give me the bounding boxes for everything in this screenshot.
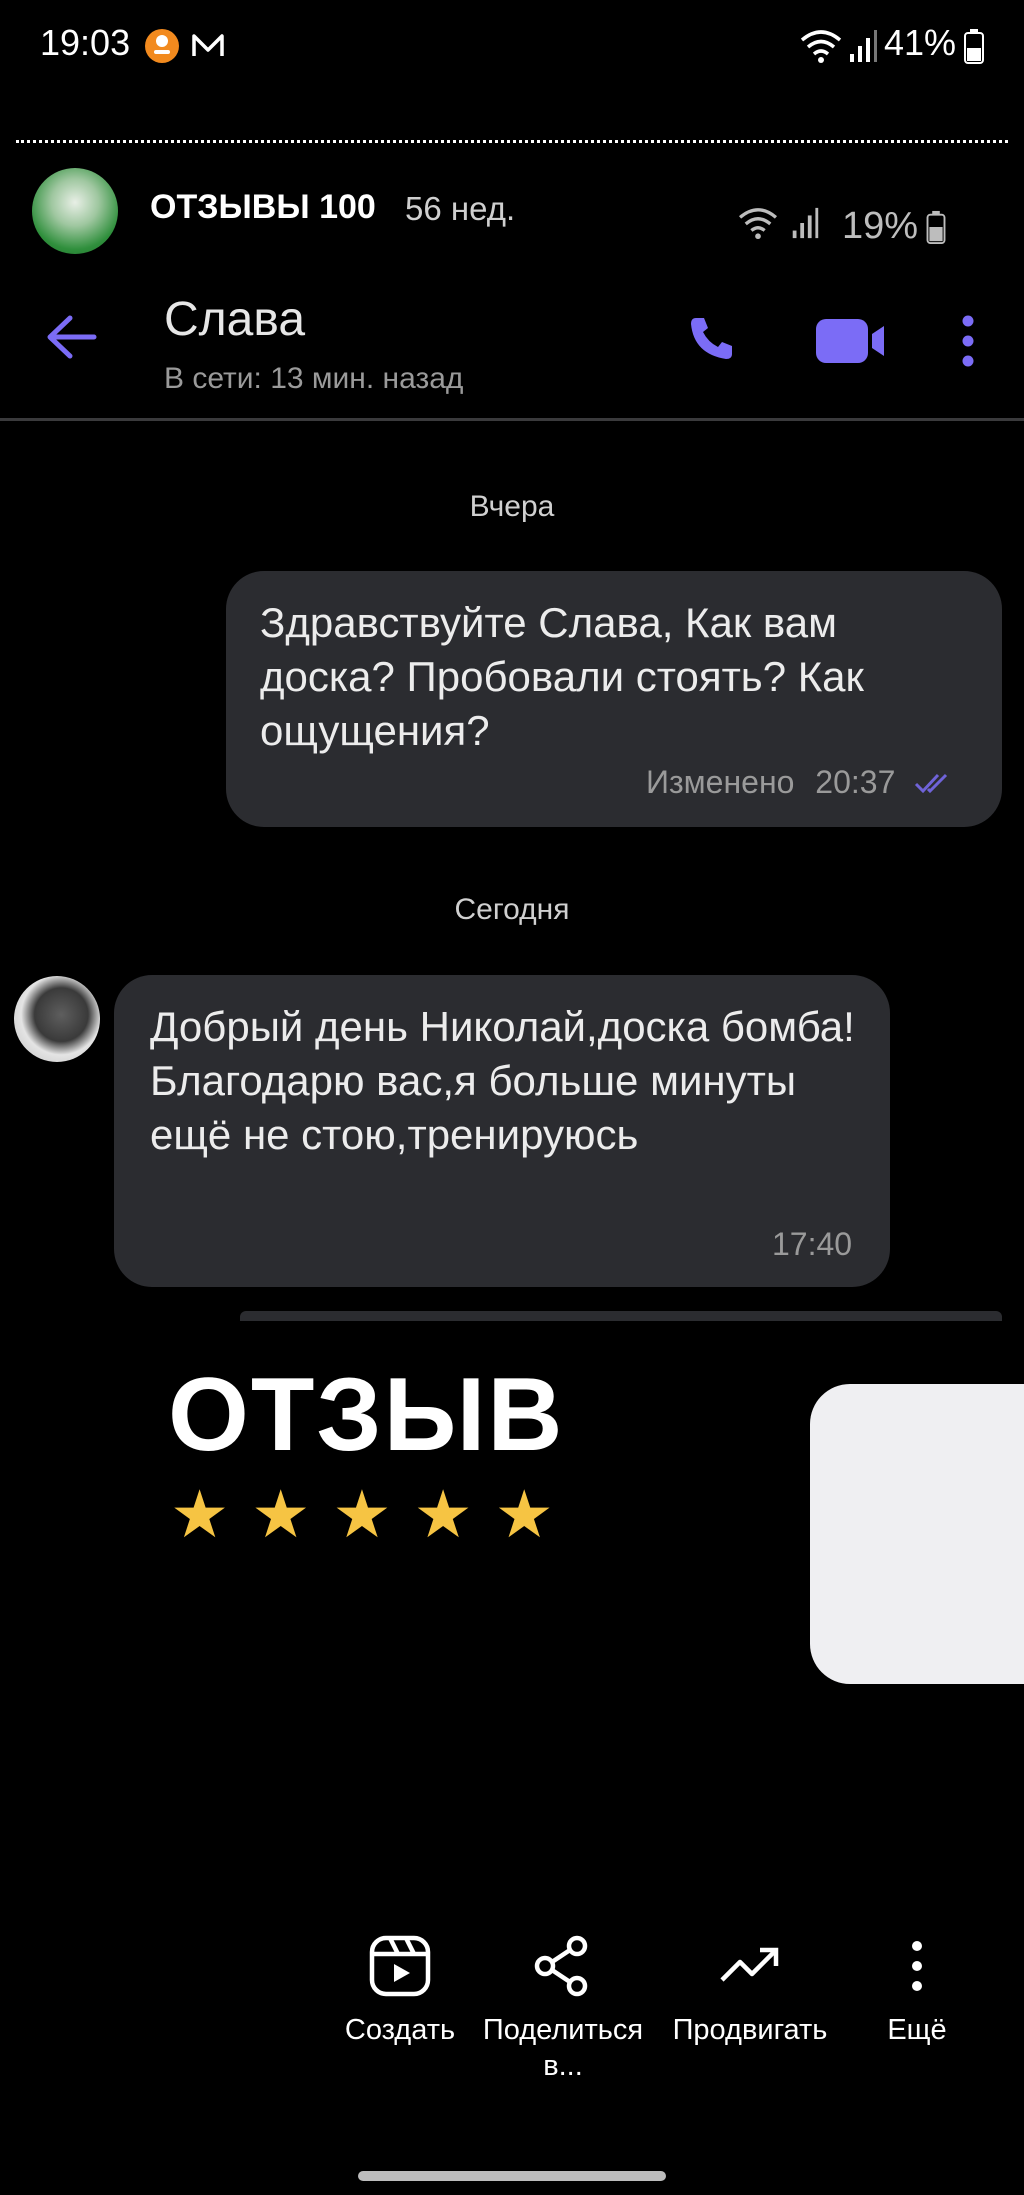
- edited-label: Изменено: [646, 764, 795, 800]
- date-separator-today: Сегодня: [454, 893, 570, 926]
- story-age: 56 нед.: [405, 190, 516, 227]
- inner-signal-icon: [790, 206, 820, 245]
- overlay-white-card: [810, 1384, 1024, 1684]
- outgoing-message-meta: Изменено 20:37: [646, 764, 958, 803]
- inner-wifi-icon: [736, 206, 780, 245]
- battery-icon: [964, 28, 984, 69]
- create-label: Создать: [344, 2014, 456, 2046]
- promote-button[interactable]: Продвигать: [660, 1934, 840, 2048]
- wifi-icon: [798, 28, 844, 69]
- battery-percent: 41%: [883, 22, 956, 63]
- inner-battery-percent: 19%: [842, 205, 919, 247]
- next-message-bubble-edge: [240, 1311, 1002, 1321]
- create-button[interactable]: Создать: [325, 1934, 475, 2048]
- outgoing-message-time: 20:37: [815, 764, 896, 800]
- chat-header-divider: [0, 418, 1024, 421]
- channel-avatar[interactable]: [32, 168, 118, 254]
- reels-create-icon: [369, 1935, 431, 1997]
- back-arrow-icon[interactable]: [44, 312, 98, 367]
- more-button[interactable]: Ещё: [842, 1934, 992, 2048]
- signal-icon: [848, 28, 878, 69]
- ok-app-icon: [144, 28, 180, 69]
- rating-stars: ★★★★★: [170, 1477, 576, 1551]
- date-separator-yesterday: Вчера: [469, 490, 555, 523]
- inner-battery-icon: [926, 210, 946, 249]
- more-options-icon[interactable]: [958, 314, 978, 373]
- story-title[interactable]: ОТЗЫВЫ 100: [150, 188, 376, 227]
- story-progress-bar: [16, 140, 1008, 143]
- promote-label: Продвигать: [672, 2014, 828, 2046]
- share-label: Поделиться в...: [482, 2014, 644, 2082]
- more-label: Ещё: [887, 2014, 947, 2046]
- share-button[interactable]: Поделиться в...: [478, 1934, 648, 2084]
- trending-up-icon: [720, 1947, 779, 1982]
- phone-call-icon[interactable]: [686, 312, 738, 369]
- incoming-message-text: Добрый день Николай,доска бомба!Благодар…: [150, 1003, 855, 1158]
- contact-avatar: [14, 976, 100, 1062]
- status-time: 19:03: [40, 22, 131, 63]
- outgoing-message-text: Здравствуйте Слава, Как вам доска? Пробо…: [260, 599, 864, 754]
- home-indicator[interactable]: [358, 2171, 666, 2181]
- share-icon: [534, 1935, 588, 1997]
- chat-contact-name: Слава: [164, 293, 306, 346]
- incoming-message-time: 17:40: [772, 1226, 853, 1262]
- review-overlay-title: ОТЗЫВ: [168, 1357, 565, 1473]
- read-checkmarks-icon: [914, 766, 958, 803]
- mail-icon: [190, 28, 226, 69]
- chat-contact-status: В сети: 13 мин. назад: [164, 362, 464, 395]
- video-call-icon[interactable]: [814, 316, 888, 371]
- more-vertical-icon: [912, 1941, 922, 1991]
